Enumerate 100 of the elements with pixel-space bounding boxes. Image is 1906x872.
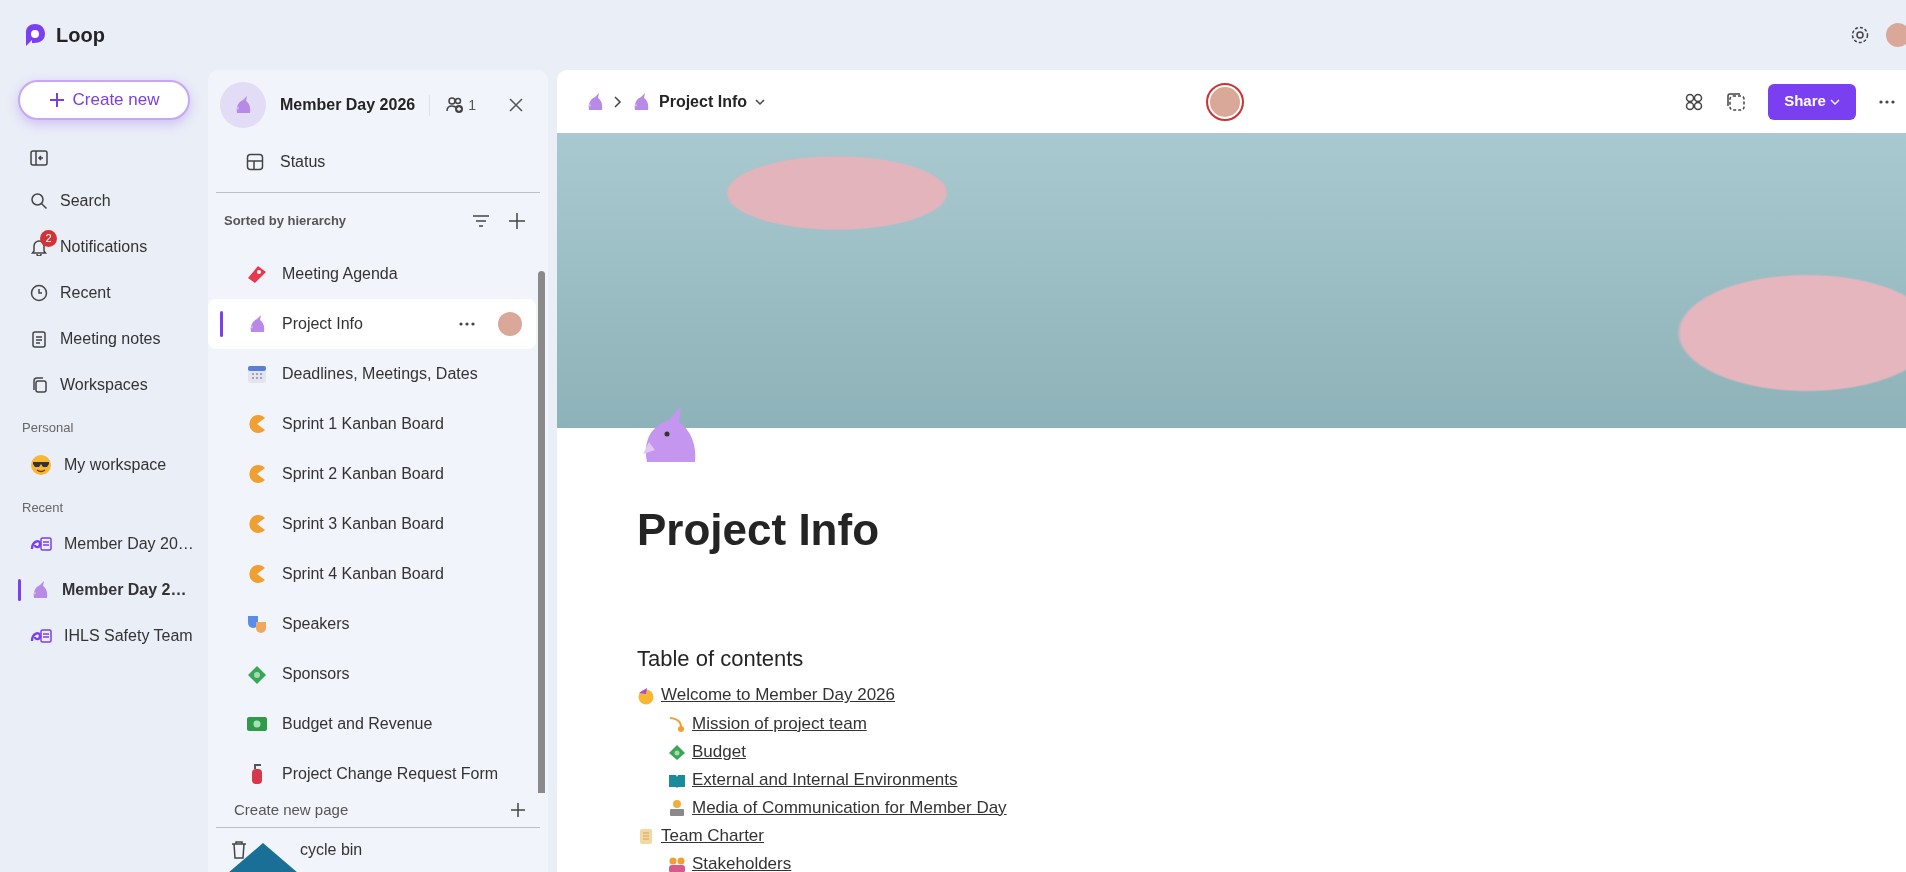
workspace-title: Member Day 2026	[280, 95, 416, 115]
more-icon[interactable]	[1878, 98, 1896, 105]
filter-icon[interactable]	[472, 214, 490, 228]
workspace-link[interactable]: Member Day 20…	[18, 521, 194, 567]
page-item[interactable]: Sprint 3 Kanban Board	[208, 499, 536, 549]
pointer-triangle-icon	[228, 843, 298, 872]
notification-badge: 2	[40, 230, 57, 247]
unicorn-icon	[30, 580, 50, 600]
workspace-link[interactable]: Member Day 2…	[18, 567, 194, 613]
toc-link[interactable]: Team Charter	[637, 824, 764, 849]
nav-label: Member Day 2…	[62, 580, 187, 600]
page-icon	[30, 627, 52, 645]
toc-link[interactable]: External and Internal Environments	[668, 768, 958, 794]
page-label: Speakers	[282, 614, 350, 634]
page-label: Project Change Request Form	[282, 764, 499, 784]
ticket-icon	[246, 264, 268, 284]
plus-icon	[510, 802, 526, 818]
toc-link[interactable]: Welcome to Member Day 2026	[637, 683, 895, 709]
people-add-icon	[446, 96, 465, 114]
scroll-icon	[637, 827, 655, 846]
page-item[interactable]: Speakers	[208, 599, 536, 649]
page-title: Project Info	[637, 506, 881, 555]
page-item[interactable]: Sprint 2 Kanban Board	[208, 449, 536, 499]
page-label: Meeting Agenda	[282, 264, 398, 284]
comet-icon	[668, 715, 686, 734]
bell-icon	[30, 238, 48, 256]
notes-icon	[30, 330, 48, 348]
caret-icon	[755, 97, 765, 106]
page-label: Budget and Revenue	[282, 714, 433, 734]
workspace-icon	[585, 91, 605, 112]
status-link[interactable]: Status	[208, 140, 548, 184]
table-icon	[246, 153, 264, 171]
page-label: Sprint 4 Kanban Board	[282, 564, 444, 584]
clock-icon	[30, 284, 48, 302]
plus-icon	[48, 92, 65, 108]
close-icon[interactable]	[508, 97, 524, 113]
toc-link[interactable]: Media of Communication for Member Day	[668, 795, 1007, 821]
scrollbar[interactable]	[538, 271, 545, 793]
page-item[interactable]: Sponsors	[208, 649, 536, 699]
nav-item[interactable]: Workspaces	[18, 362, 194, 408]
toc-heading: Table of contents	[637, 645, 805, 674]
page-item[interactable]: Sprint 4 Kanban Board	[208, 549, 536, 599]
recycle-bin-link[interactable]: cycle bin	[208, 828, 548, 872]
page-item[interactable]: Sprint 1 Kanban Board	[208, 399, 536, 449]
create-page-link[interactable]: Create new page	[208, 793, 548, 827]
page-item[interactable]: Project Info	[208, 299, 536, 349]
page-item[interactable]: Deadlines, Meetings, Dates	[208, 349, 536, 399]
nav-label: Recent	[60, 283, 111, 303]
toc-link[interactable]: Stakeholders	[668, 852, 792, 872]
page-label: Sprint 3 Kanban Board	[282, 514, 444, 534]
share-button[interactable]: Share	[1768, 83, 1856, 120]
page-label: Deadlines, Meetings, Dates	[282, 364, 478, 384]
toc-link[interactable]: Budget	[668, 740, 746, 765]
page-label: Sprint 1 Kanban Board	[282, 414, 444, 434]
unicorn-icon	[233, 95, 253, 115]
sidebar-toggle-icon[interactable]	[30, 150, 48, 166]
apps-icon[interactable]	[1684, 91, 1704, 112]
page-icon	[30, 535, 52, 553]
page-label: Sponsors	[282, 664, 350, 684]
copy-icon[interactable]	[1726, 91, 1746, 112]
settings-icon[interactable]	[1850, 25, 1870, 45]
search-icon	[30, 192, 48, 210]
page-item[interactable]: Budget and Revenue	[208, 699, 536, 749]
collaborator-avatar	[1205, 82, 1244, 121]
more-icon[interactable]	[458, 321, 476, 327]
nav-label: Search	[60, 191, 111, 211]
money-icon	[246, 663, 268, 685]
nav-label: Meeting notes	[60, 329, 161, 349]
workspace-link[interactable]: IHLS Safety Team	[18, 613, 194, 659]
nav-label: My workspace	[64, 454, 167, 475]
sunglasses-face-icon	[30, 453, 52, 476]
unicorn-icon	[631, 91, 651, 112]
nav-label: Notifications	[60, 237, 148, 257]
money-icon	[668, 743, 686, 762]
toc-link[interactable]: Mission of project team	[668, 711, 867, 737]
sort-label: Sorted by hierarchy	[224, 212, 347, 231]
people-icon	[668, 855, 686, 872]
breadcrumb-page[interactable]: Project Info	[631, 89, 765, 114]
nav-label: IHLS Safety Team	[64, 626, 193, 646]
nav-item[interactable]: Search	[18, 178, 194, 224]
members-button[interactable]: 1	[429, 94, 476, 116]
section-heading: Recent	[21, 498, 65, 517]
app-name: Loop	[56, 23, 105, 48]
page-label: Sprint 2 Kanban Board	[282, 464, 444, 484]
nav-item[interactable]: Meeting notes	[18, 316, 194, 362]
avatar	[498, 312, 522, 336]
face-icon	[637, 686, 655, 705]
nav-item[interactable]: Recent	[18, 270, 194, 316]
chevron-right-icon	[613, 95, 623, 108]
page-item[interactable]: Meeting Agenda	[208, 249, 536, 299]
caret-icon	[1829, 97, 1840, 106]
page-item[interactable]: Project Change Request Form	[208, 749, 536, 793]
nav-label: Member Day 20…	[64, 534, 194, 554]
nav-item[interactable]: My workspace	[18, 441, 194, 488]
plus-icon[interactable]	[508, 212, 526, 230]
banknote-icon	[246, 715, 268, 733]
masks-icon	[246, 613, 268, 635]
workspaces-icon	[30, 376, 48, 394]
nav-item[interactable]: 2 Notifications	[18, 224, 194, 270]
create-new-button[interactable]: Create new	[18, 80, 190, 120]
